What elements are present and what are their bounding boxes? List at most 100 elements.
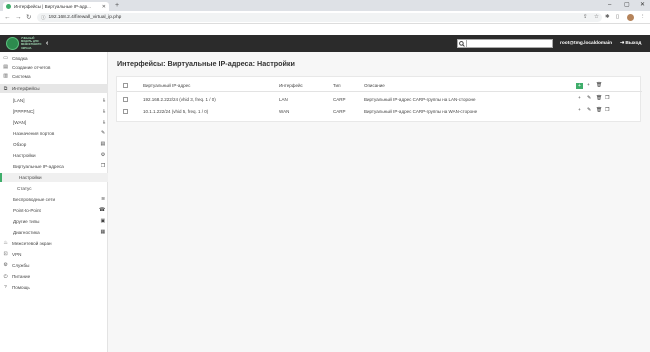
new-tab-icon[interactable]: + [115, 2, 119, 10]
delete-icon[interactable]: 🗑 [596, 96, 602, 102]
sidebar-item-help[interactable]: ? Помощь [0, 283, 108, 292]
row-checkbox[interactable] [123, 108, 128, 114]
sidebar-item-label: Другие типы [13, 219, 40, 224]
table-row: 10.1.1.222/24 (vhid 5, freq. 1 / 0) WAN … [117, 105, 642, 117]
logo-text: УЧЕБНЫЙ МОДУЛЬ ДЛЯ МЕЖСЕТЕВОГО ЭКРАНА [21, 37, 42, 50]
search-icon[interactable] [457, 39, 467, 48]
extensions-icon[interactable]: ✱ [605, 14, 610, 21]
sidebar-item-interfaces[interactable]: ⧉ Интерфейсы [0, 84, 108, 93]
back-icon[interactable]: ← [4, 13, 11, 22]
table-row: 192.168.2.222/24 (vhid 3, freq. 1 / 0) L… [117, 93, 642, 105]
add-icon[interactable]: + [578, 108, 581, 114]
sidebar-item-label: Создание отчетов [12, 65, 51, 70]
ip-type: CARP [333, 96, 346, 102]
sidebar-item-pppnc[interactable]: [PPPPNC] ⫰ [0, 107, 108, 116]
info-icon[interactable]: ⓘ [41, 15, 46, 21]
sidebar-item-label: Межсетевой экран [12, 241, 52, 246]
sidebar-item-reports[interactable]: ▤ Создание отчетов [0, 63, 108, 72]
user-name[interactable]: root@tmg.localdomain [560, 40, 612, 47]
ip-type: CARP [333, 108, 346, 114]
url-field[interactable]: ⓘ 192.168.2.4/firewall_virtual_ip.php [37, 13, 602, 22]
edit-icon[interactable]: ✎ [587, 108, 591, 114]
sidebar-item-system[interactable]: ▥ Система [0, 72, 108, 81]
sidebar-item-virtual-ips-status[interactable]: Статус [0, 184, 108, 193]
sidebar-item-overview[interactable]: Обзор ▤ [0, 140, 108, 149]
sidebar-item-other-types[interactable]: Другие типы ▣ [0, 217, 108, 226]
browser-tab-bar: Интерфейсы | Виртуальные IP-адр... ✕ + –… [0, 0, 650, 11]
interface-name: LAN [279, 96, 288, 102]
table-header: Виртуальный IP-адрес Интерфейс Тип Описа… [117, 80, 642, 92]
add-icon[interactable]: + [578, 96, 581, 102]
sidebar: ▭ Сводка ▤ Создание отчетов ▥ Система ⧉ … [0, 52, 108, 352]
server-icon: ▥ [3, 74, 8, 79]
virtual-ip-address: 10.1.1.222/24 (vhid 5, freq. 1 / 0) [143, 108, 209, 114]
virtual-ip-address: 192.168.2.222/24 (vhid 3, freq. 1 / 0) [143, 96, 216, 102]
report-icon: ▤ [3, 65, 8, 70]
network-icon: ⫰ [102, 109, 105, 115]
delete-icon[interactable]: 🗑 [596, 83, 602, 89]
sidebar-item-point-to-point[interactable]: Point-to-Point ☎ [0, 206, 108, 215]
tab-close-icon[interactable]: ✕ [102, 4, 106, 10]
wifi-icon: ≋ [100, 197, 105, 202]
sidebar-item-virtual-ips[interactable]: Виртуальные IP-адреса ❐ [0, 162, 108, 171]
browser-tab[interactable]: Интерфейсы | Виртуальные IP-адр... ✕ [3, 2, 109, 11]
column-header[interactable]: Интерфейс [279, 83, 303, 88]
reload-icon[interactable]: ↻ [26, 13, 31, 22]
add-icon[interactable]: + [587, 83, 590, 89]
sidebar-item-vpn[interactable]: ⊡ VPN [0, 250, 108, 259]
sidebar-item-power[interactable]: ⏻ Питание [0, 272, 108, 281]
archive-icon: ▣ [100, 219, 105, 224]
logout-button[interactable]: ⇥ Выход [620, 40, 641, 47]
sidebar-item-label: [LAN] [13, 98, 25, 103]
sidebar-item-label: Службы [12, 263, 30, 268]
app-header: УЧЕБНЫЙ МОДУЛЬ ДЛЯ МЕЖСЕТЕВОГО ЭКРАНА ‹ … [0, 35, 650, 52]
column-header[interactable]: Описание [364, 83, 385, 88]
sidebar-item-firewall[interactable]: ♨ Межсетевой экран [0, 239, 108, 248]
dashboard-icon: ▭ [3, 56, 8, 61]
sidebar-item-wan[interactable]: [WAN] ⫰ [0, 118, 108, 127]
column-header[interactable]: Виртуальный IP-адрес [143, 83, 190, 88]
sidebar-item-lan[interactable]: [LAN] ⫰ [0, 96, 108, 105]
maximize-icon[interactable]: ▢ [624, 1, 630, 9]
menu-icon[interactable]: ⋮ [640, 14, 646, 21]
lock-icon: ⊡ [3, 252, 8, 257]
sidebar-item-wireless[interactable]: Беспроводные сети ≋ [0, 195, 108, 204]
search-input[interactable] [467, 39, 553, 48]
profile-avatar[interactable] [627, 14, 634, 21]
minimize-icon[interactable]: – [608, 1, 611, 9]
main-content: Интерфейсы: Виртуальные IP-адреса: Настр… [108, 52, 650, 352]
address-bar: ← → ↻ ⓘ 192.168.2.4/firewall_virtual_ip.… [0, 11, 650, 24]
logout-label: Выход [625, 41, 642, 46]
sidebar-toggle-icon[interactable]: ‹ [46, 39, 48, 48]
logo-icon[interactable] [6, 37, 19, 50]
copy-icon[interactable]: ❐ [605, 108, 609, 114]
select-all-checkbox[interactable] [123, 83, 128, 88]
sidebar-item-label: Диагностика [13, 230, 40, 235]
favicon-icon [6, 4, 11, 9]
column-header[interactable]: Тип [333, 83, 341, 88]
url-text: 192.168.2.4/firewall_virtual_ip.php [48, 15, 122, 20]
fire-icon: ♨ [3, 241, 8, 246]
sidebar-item-label: [PPPPNC] [13, 109, 35, 114]
sidebar-item-virtual-ips-settings[interactable]: Настройки [0, 173, 108, 182]
edit-icon[interactable]: ✎ [587, 96, 591, 102]
cogs-icon: ⚙ [100, 153, 105, 158]
share-icon[interactable]: ⇪ [583, 14, 588, 21]
sidebar-item-diagnostics[interactable]: Диагностика ▦ [0, 228, 108, 237]
sidepanel-icon[interactable]: ▯ [616, 14, 619, 21]
sidebar-item-port-assignments[interactable]: Назначения портов ✎ [0, 129, 108, 138]
forward-icon[interactable]: → [15, 13, 22, 22]
sidebar-item-settings[interactable]: Настройки ⚙ [0, 151, 108, 160]
row-checkbox[interactable] [123, 96, 128, 102]
delete-icon[interactable]: 🗑 [596, 108, 602, 114]
network-icon: ⫰ [102, 98, 105, 104]
sidebar-item-services[interactable]: ⚙ Службы [0, 261, 108, 270]
window-close-icon[interactable]: ✕ [640, 1, 645, 9]
copy-icon[interactable]: ❐ [605, 96, 609, 102]
star-icon[interactable]: ☆ [594, 14, 599, 21]
add-button[interactable]: + [576, 82, 583, 89]
sidebar-item-label: Статус [17, 186, 32, 191]
plug-icon: ⏻ [3, 274, 8, 280]
network-icon: ⫰ [102, 120, 105, 126]
sidebar-item-dashboard[interactable]: ▭ Сводка [0, 54, 108, 63]
